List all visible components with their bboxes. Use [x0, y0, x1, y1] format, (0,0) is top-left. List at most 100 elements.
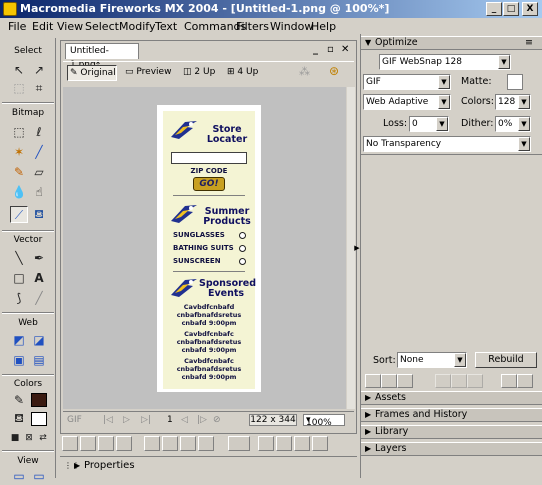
document-tab[interactable]: Untitled-1.png* [65, 43, 139, 70]
bring-forward-icon[interactable] [162, 436, 178, 451]
edit-color-icon[interactable] [365, 374, 381, 388]
menu-view[interactable]: View [57, 20, 83, 33]
next-frame-icon[interactable]: |▷ [197, 415, 207, 425]
canvas-area[interactable]: Store Locater ZIP CODE GO! Summer Produc… [63, 87, 346, 409]
matte-swatch[interactable] [507, 74, 523, 90]
send-backward-icon[interactable] [180, 436, 196, 451]
brush-tool-icon[interactable]: ╱ [30, 144, 48, 161]
product-sunglasses-radio[interactable] [239, 232, 246, 239]
group-icon[interactable] [62, 436, 78, 451]
full-screen-mode-icon[interactable]: ▭ [30, 468, 48, 485]
properties-panel-header[interactable]: ⋮⋮ ▶ Properties [60, 456, 357, 478]
align-dropdown-icon[interactable] [228, 436, 250, 451]
rotate-ccw-icon[interactable] [258, 436, 274, 451]
knife-tool-icon[interactable]: ╱ [30, 290, 48, 307]
flip-horizontal-icon[interactable] [294, 436, 310, 451]
web-snap-icon[interactable] [381, 374, 397, 388]
stroke-color-pencil-icon[interactable]: ✎ [10, 392, 28, 409]
pen-tool-icon[interactable]: ✒ [30, 250, 48, 267]
eyedropper-tool-icon[interactable]: ⟋ [10, 206, 28, 223]
slice-tool-icon[interactable]: ◪ [30, 332, 48, 349]
menu-window[interactable]: Window [270, 20, 313, 33]
close-button[interactable]: X [522, 2, 538, 16]
transparency-select[interactable]: No Transparency ▼ [363, 136, 531, 152]
menu-filters[interactable]: Filters [236, 20, 269, 33]
menu-edit[interactable]: Edit [32, 20, 53, 33]
sort-select[interactable]: None ▼ [397, 352, 467, 368]
pointer-tool-icon[interactable]: ↖ [10, 62, 28, 79]
lock-color-icon[interactable] [397, 374, 413, 388]
lasso-tool-icon[interactable]: ℓ [30, 124, 48, 141]
stroke-color-swatch[interactable] [31, 393, 47, 407]
fill-color-swatch[interactable] [31, 412, 47, 426]
delete-color-icon[interactable] [517, 374, 533, 388]
loss-input[interactable]: 0 ▼ [409, 116, 449, 132]
first-frame-icon[interactable]: |◁ [103, 415, 113, 425]
transparent-color-icon[interactable] [435, 374, 451, 388]
doc-restore-button[interactable]: ▫ [327, 44, 334, 55]
preset-select[interactable]: GIF WebSnap 128 ▼ [379, 54, 511, 70]
go-button[interactable]: GO! [193, 177, 225, 191]
layers-panel-header[interactable]: ▶ Layers [361, 442, 542, 456]
line-tool-icon[interactable]: ╲ [10, 250, 28, 267]
rebuild-button[interactable]: Rebuild [475, 352, 537, 368]
menu-modify[interactable]: Modify [119, 20, 155, 33]
tab-original[interactable]: ✎ Original [67, 65, 117, 81]
eraser-tool-icon[interactable]: ▱ [30, 164, 48, 181]
zip-code-input[interactable] [171, 152, 247, 164]
split-icon[interactable] [116, 436, 132, 451]
library-panel-header[interactable]: ▶ Library [361, 425, 542, 439]
flip-vertical-icon[interactable] [312, 436, 328, 451]
doc-close-button[interactable]: ✕ [341, 44, 349, 55]
quick-export-icon[interactable]: ⁂ [299, 65, 310, 78]
panel-options-icon[interactable]: ≡ [525, 37, 533, 49]
maximize-button[interactable]: □ [503, 2, 519, 16]
swap-colors-icon[interactable]: ⇄ [34, 430, 52, 447]
colors-select[interactable]: 128 ▼ [495, 94, 531, 110]
hide-slices-icon[interactable]: ▣ [10, 352, 28, 369]
minimize-button[interactable]: _ [486, 2, 502, 16]
standard-screen-mode-icon[interactable]: ▭ [10, 468, 28, 485]
format-select[interactable]: GIF ▼ [363, 74, 451, 90]
remove-transparent-icon[interactable] [467, 374, 483, 388]
pencil-tool-icon[interactable]: ✎ [10, 164, 28, 181]
product-bathing-suits-radio[interactable] [239, 245, 246, 252]
play-icon[interactable]: ▷ [123, 415, 130, 425]
crop-tool-icon[interactable]: ⌗ [30, 80, 48, 97]
paint-bucket-tool-icon[interactable]: ⛾ [30, 206, 48, 223]
menu-text[interactable]: Text [155, 20, 177, 33]
tab-2up[interactable]: ◫ 2 Up [181, 65, 219, 81]
freeform-tool-icon[interactable]: ⟆ [10, 290, 28, 307]
doc-minimize-button[interactable]: _ [313, 44, 318, 55]
edit-in-icon[interactable]: ⊛ [329, 64, 339, 78]
last-frame-icon[interactable]: ▷| [141, 415, 151, 425]
ungroup-icon[interactable] [80, 436, 96, 451]
tab-preview[interactable]: ▭ Preview [123, 65, 175, 81]
frames-history-panel-header[interactable]: ▶ Frames and History [361, 408, 542, 422]
menu-help[interactable]: Help [311, 20, 336, 33]
menu-file[interactable]: File [8, 20, 26, 33]
zoom-select[interactable]: 100% ▾ [303, 414, 345, 428]
text-tool-icon[interactable]: A [30, 270, 48, 287]
rotate-cw-icon[interactable] [276, 436, 292, 451]
send-to-back-icon[interactable] [198, 436, 214, 451]
blur-tool-icon[interactable]: 💧 [10, 184, 28, 201]
show-slices-icon[interactable]: ▤ [30, 352, 48, 369]
tab-4up[interactable]: ⊞ 4 Up [225, 65, 263, 81]
rectangle-tool-icon[interactable]: □ [10, 270, 28, 287]
stop-icon[interactable]: ⊘ [213, 415, 221, 425]
prev-frame-icon[interactable]: ◁ [181, 415, 188, 425]
marquee-tool-icon[interactable]: ⬚ [10, 124, 28, 141]
menu-select[interactable]: Select [85, 20, 119, 33]
smudge-tool-icon[interactable]: ☝ [30, 184, 48, 201]
product-sunscreen-radio[interactable] [239, 258, 246, 265]
optimize-panel-header[interactable]: ▼ Optimize ≡ [361, 36, 542, 50]
magic-wand-tool-icon[interactable]: ✶ [10, 144, 28, 161]
panel-collapse-handle-icon[interactable]: ▶ [354, 240, 360, 256]
palette-select[interactable]: Web Adaptive ▼ [363, 94, 451, 110]
dither-input[interactable]: 0% ▼ [495, 116, 531, 132]
hotspot-tool-icon[interactable]: ◩ [10, 332, 28, 349]
scale-tool-icon[interactable]: ⬚ [10, 80, 28, 97]
add-color-icon[interactable] [501, 374, 517, 388]
assets-panel-header[interactable]: ▶ Assets [361, 391, 542, 405]
